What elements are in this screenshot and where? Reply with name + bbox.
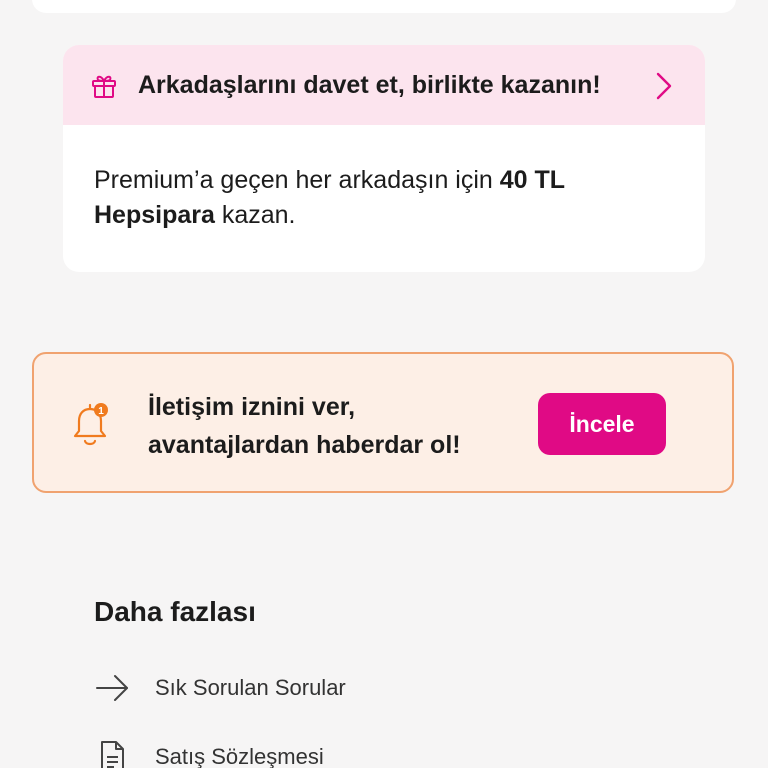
notification-line1: İletişim iznini ver, [148, 393, 356, 421]
faq-label: Sık Sorulan Sorular [155, 675, 346, 700]
sales-agreement-link[interactable]: Satış Sözleşmesi [94, 737, 694, 768]
invite-body-prefix: Premium’a geçen her arkadaşın için [94, 166, 500, 194]
bell-icon: 1 [73, 403, 108, 446]
invite-body-suffix: kazan. [214, 201, 296, 229]
notification-line2: avantajlardan haberdar ol! [148, 431, 461, 459]
premium-page: Arkadaşlarını davet et, birlikte kazanın… [0, 0, 768, 768]
arrow-right-icon [94, 670, 130, 706]
faq-link[interactable]: Sık Sorulan Sorular [94, 668, 694, 708]
review-button[interactable]: İncele [538, 393, 666, 455]
more-section-title: Daha fazlası [94, 596, 256, 627]
gift-icon [92, 75, 116, 98]
document-icon [94, 739, 130, 768]
invite-card: Arkadaşlarını davet et, birlikte kazanın… [63, 45, 705, 272]
chevron-right-icon[interactable] [655, 71, 673, 101]
invite-header[interactable]: Arkadaşlarını davet et, birlikte kazanın… [63, 45, 705, 125]
invite-title: Arkadaşlarını davet et, birlikte kazanın… [138, 71, 601, 99]
notification-permission-card: 1 İletişim iznini ver, avantajlardan hab… [32, 352, 734, 493]
bell-badge-count: 1 [98, 406, 104, 417]
sales-agreement-label: Satış Sözleşmesi [155, 744, 324, 768]
invite-description: Premium’a geçen her arkadaşın için 40 TL… [94, 163, 654, 233]
notification-message: İletişim iznini ver, avantajlardan haber… [148, 388, 461, 464]
top-card [32, 0, 736, 13]
